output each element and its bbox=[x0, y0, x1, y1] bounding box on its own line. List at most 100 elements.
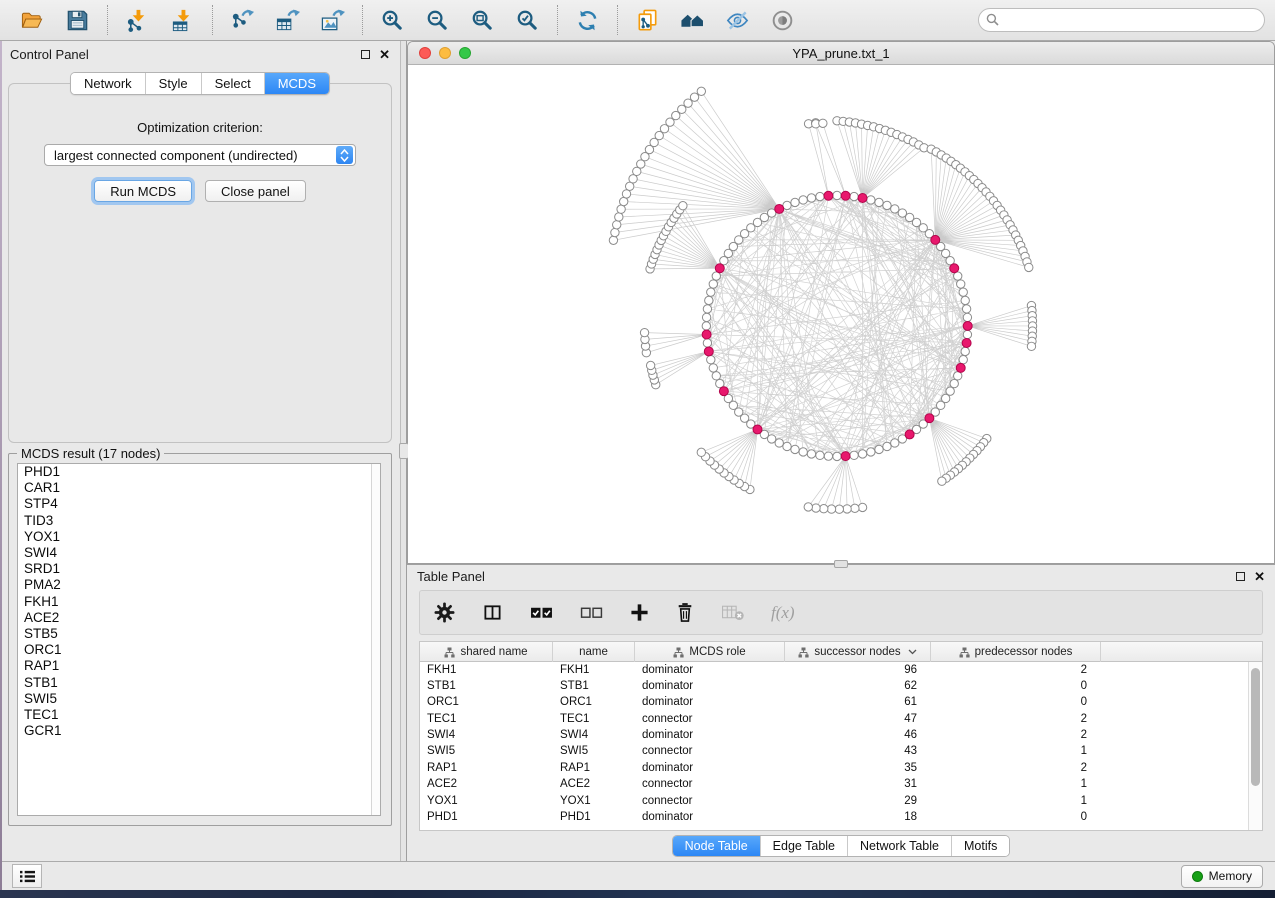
close-panel-button[interactable]: Close panel bbox=[205, 180, 306, 202]
mcds-result-item[interactable]: CAR1 bbox=[18, 480, 380, 496]
mcds-result-item[interactable]: SWI4 bbox=[18, 545, 380, 561]
new-network-from-selection-icon[interactable] bbox=[634, 7, 661, 34]
mcds-result-item[interactable]: STP4 bbox=[18, 496, 380, 512]
column-header-predecessor-nodes[interactable]: predecessor nodes bbox=[931, 642, 1101, 662]
table-row[interactable]: ORC1ORC1dominator610 bbox=[420, 695, 1248, 711]
hide-selected-icon[interactable] bbox=[724, 7, 751, 34]
tab-select[interactable]: Select bbox=[201, 73, 264, 94]
column-header-name[interactable]: name bbox=[553, 642, 635, 662]
mcds-result-item[interactable]: ACE2 bbox=[18, 610, 380, 626]
vertical-splitter[interactable] bbox=[400, 41, 407, 861]
save-session-icon[interactable] bbox=[64, 7, 91, 34]
table-cell: 1 bbox=[931, 793, 1101, 809]
network-canvas[interactable] bbox=[408, 65, 1274, 563]
table-row[interactable]: STB1STB1dominator620 bbox=[420, 678, 1248, 694]
column-header-mcds-role[interactable]: MCDS role bbox=[635, 642, 785, 662]
mcds-result-item[interactable]: SRD1 bbox=[18, 561, 380, 577]
table-cell: YOX1 bbox=[420, 793, 553, 809]
zoom-selected-icon[interactable] bbox=[514, 7, 541, 34]
table-cell: 2 bbox=[931, 711, 1101, 727]
network-view-window: YPA_prune.txt_1 bbox=[407, 41, 1275, 564]
zoom-out-icon[interactable] bbox=[424, 7, 451, 34]
run-mcds-button[interactable]: Run MCDS bbox=[94, 180, 192, 202]
table-row[interactable]: RAP1RAP1dominator352 bbox=[420, 760, 1248, 776]
search-input[interactable] bbox=[978, 8, 1265, 32]
control-panel-close-icon[interactable]: ✕ bbox=[379, 50, 390, 59]
mcds-result-item[interactable]: TEC1 bbox=[18, 707, 380, 723]
mcds-result-item[interactable]: ORC1 bbox=[18, 642, 380, 658]
refresh-view-icon[interactable] bbox=[574, 7, 601, 34]
mcds-result-item[interactable]: RAP1 bbox=[18, 658, 380, 674]
table-cell: 1 bbox=[931, 777, 1101, 793]
optimization-criterion-select[interactable]: largest connected component (undirected) bbox=[44, 144, 356, 166]
export-network-icon[interactable] bbox=[229, 7, 256, 34]
export-table-icon[interactable] bbox=[274, 7, 301, 34]
table-row[interactable]: TEC1TEC1connector472 bbox=[420, 711, 1248, 727]
table-cell: ORC1 bbox=[420, 695, 553, 711]
tab-style[interactable]: Style bbox=[145, 73, 201, 94]
zoom-fit-icon[interactable] bbox=[469, 7, 496, 34]
table-row[interactable]: SWI4SWI4dominator462 bbox=[420, 728, 1248, 744]
import-network-icon[interactable] bbox=[124, 7, 151, 34]
table-cell: dominator bbox=[635, 810, 785, 826]
show-all-icon[interactable] bbox=[769, 7, 796, 34]
table-panel-float-icon[interactable] bbox=[1236, 572, 1245, 581]
open-session-icon[interactable] bbox=[19, 7, 46, 34]
zoom-in-icon[interactable] bbox=[379, 7, 406, 34]
network-view-titlebar: YPA_prune.txt_1 bbox=[408, 42, 1274, 65]
show-panel-list-button[interactable] bbox=[12, 864, 42, 888]
mcds-result-item[interactable]: SWI5 bbox=[18, 691, 380, 707]
table-row[interactable]: YOX1YOX1connector291 bbox=[420, 793, 1248, 809]
table-cell: SWI4 bbox=[553, 728, 635, 744]
table-scrollbar-thumb[interactable] bbox=[1251, 668, 1260, 786]
mcds-result-item[interactable]: TID3 bbox=[18, 513, 380, 529]
memory-button[interactable]: Memory bbox=[1181, 865, 1263, 888]
tab-motifs[interactable]: Motifs bbox=[951, 836, 1009, 856]
export-image-icon[interactable] bbox=[319, 7, 346, 34]
table-row[interactable]: FKH1FKH1dominator962 bbox=[420, 662, 1248, 678]
table-panel-close-icon[interactable]: ✕ bbox=[1254, 572, 1265, 581]
create-column-icon[interactable] bbox=[630, 603, 649, 622]
deselect-all-rows-icon[interactable] bbox=[580, 606, 603, 620]
mcds-result-item[interactable]: STB5 bbox=[18, 626, 380, 642]
attribute-settings-icon[interactable] bbox=[434, 602, 455, 623]
tab-mcds[interactable]: MCDS bbox=[264, 73, 329, 94]
tab-edge-table[interactable]: Edge Table bbox=[760, 836, 847, 856]
toolbar-separator bbox=[362, 5, 363, 35]
tab-network[interactable]: Network bbox=[71, 73, 145, 94]
control-panel-float-icon[interactable] bbox=[361, 50, 370, 59]
import-table-icon[interactable] bbox=[169, 7, 196, 34]
table-scrollbar[interactable] bbox=[1248, 662, 1262, 830]
mcds-result-title: MCDS result (17 nodes) bbox=[17, 446, 164, 461]
mcds-tab-content: Optimization criterion: largest connecte… bbox=[8, 83, 392, 443]
mcds-result-item[interactable]: FKH1 bbox=[18, 594, 380, 610]
mcds-result-item[interactable]: YOX1 bbox=[18, 529, 380, 545]
mcds-result-item[interactable]: STB1 bbox=[18, 675, 380, 691]
table-cell: SWI4 bbox=[420, 728, 553, 744]
mcds-result-item[interactable]: PMA2 bbox=[18, 577, 380, 593]
select-all-rows-icon[interactable] bbox=[530, 606, 553, 620]
mcds-result-item[interactable]: PHD1 bbox=[18, 464, 380, 480]
tab-network-table[interactable]: Network Table bbox=[847, 836, 951, 856]
split-table-panel-icon[interactable] bbox=[482, 603, 503, 622]
tab-node-table[interactable]: Node Table bbox=[673, 836, 760, 856]
mcds-result-item[interactable]: GCR1 bbox=[18, 723, 380, 739]
table-cell: ACE2 bbox=[420, 777, 553, 793]
table-cell: 0 bbox=[931, 695, 1101, 711]
toolbar-separator bbox=[557, 5, 558, 35]
desktop-background bbox=[0, 890, 1275, 898]
table-cell: STB1 bbox=[420, 678, 553, 694]
table-cell: dominator bbox=[635, 695, 785, 711]
table-row[interactable]: PHD1PHD1dominator180 bbox=[420, 810, 1248, 826]
column-header-shared-name[interactable]: shared name bbox=[420, 642, 553, 662]
delete-columns-icon[interactable] bbox=[676, 602, 694, 623]
mcds-result-scrollbar[interactable] bbox=[371, 464, 380, 815]
table-row[interactable]: ACE2ACE2connector311 bbox=[420, 777, 1248, 793]
table-cell: YOX1 bbox=[553, 793, 635, 809]
table-row[interactable]: SWI5SWI5connector431 bbox=[420, 744, 1248, 760]
first-neighbors-icon[interactable] bbox=[679, 7, 706, 34]
column-header-successor-nodes[interactable]: successor nodes bbox=[785, 642, 931, 662]
main-area: Control Panel ✕ NetworkStyleSelectMCDS O… bbox=[0, 41, 1275, 861]
control-panel-tabs: NetworkStyleSelectMCDS bbox=[70, 72, 330, 95]
horizontal-splitter-grip[interactable] bbox=[834, 560, 848, 568]
